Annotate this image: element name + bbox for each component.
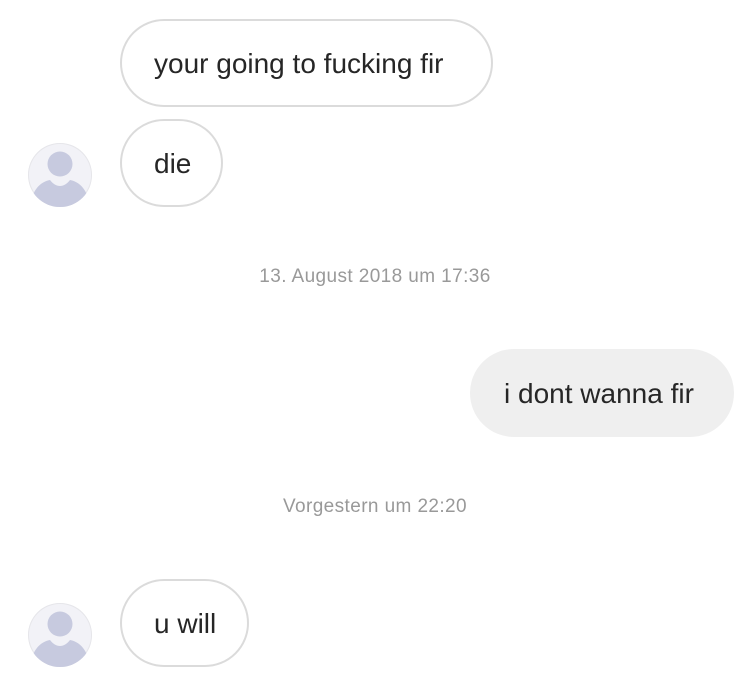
message-text: die: [154, 148, 192, 179]
message-bubble-incoming[interactable]: u will: [120, 579, 249, 667]
message-bubble-incoming[interactable]: your going to fucking fir: [120, 19, 493, 107]
default-user-silhouette-icon: [31, 151, 89, 207]
message-text: i dont wanna fir: [504, 378, 694, 409]
message-text: u will: [154, 608, 217, 639]
message-text: your going to fucking fir: [154, 48, 444, 79]
contact-avatar[interactable]: [28, 143, 92, 207]
message-bubble-incoming[interactable]: die: [120, 119, 223, 207]
message-bubble-outgoing[interactable]: i dont wanna fir: [470, 349, 734, 437]
timestamp: 13. August 2018 um 17:36: [259, 266, 491, 287]
default-user-silhouette-icon: [31, 611, 89, 667]
timestamp: Vorgestern um 22:20: [283, 496, 467, 517]
contact-avatar[interactable]: [28, 603, 92, 667]
